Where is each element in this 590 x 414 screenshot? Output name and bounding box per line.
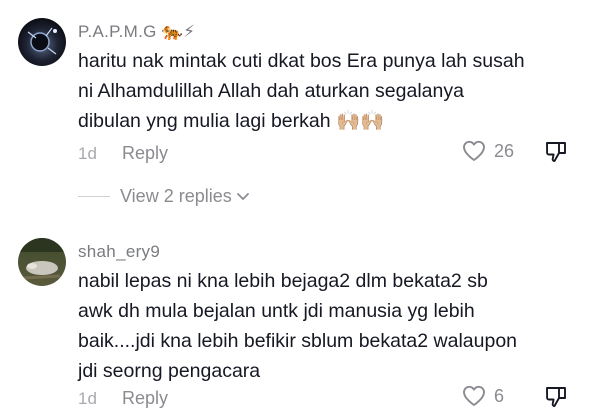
comment-line: nabil lepas ni kna lebih bejaga2 dlm bek… [78, 270, 488, 292]
dislike-button[interactable] [544, 140, 568, 169]
heart-outline-icon [463, 140, 485, 161]
comment-time: 1d [78, 144, 97, 163]
comment-line: awk dh mula bejalan untk jdi manusia yg … [78, 300, 475, 322]
like-count: 26 [494, 140, 515, 161]
comment-line: haritu nak mintak cuti dkat bos Era puny… [78, 50, 525, 72]
like-button[interactable]: 26 [462, 140, 514, 162]
like-count: 6 [494, 385, 505, 406]
avatar[interactable] [18, 18, 66, 66]
comment-line: dibulan yng mulia lagi berkah 🙌🏼🙌🏼 [78, 110, 385, 132]
thumbs-down-icon [546, 142, 566, 162]
avatar[interactable] [18, 238, 66, 286]
like-button[interactable]: 6 [462, 385, 504, 407]
view-replies-button[interactable]: View 2 replies [78, 186, 250, 207]
chevron-down-icon [236, 192, 249, 200]
username[interactable]: P.A.P.M.G 🐅⚡ [78, 22, 195, 42]
comment-time: 1d [78, 389, 97, 408]
username[interactable]: shah_ery9 [78, 242, 160, 262]
heart-outline-icon [463, 385, 485, 406]
reply-button[interactable]: Reply [122, 388, 168, 409]
divider [78, 196, 110, 197]
comment-text: haritu nak mintak cuti dkat bos Era puny… [78, 46, 578, 136]
username-emoji: 🐅⚡ [161, 22, 196, 41]
comment-text: nabil lepas ni kna lebih bejaga2 dlm bek… [78, 266, 578, 386]
view-replies-label: View 2 replies [120, 186, 232, 206]
comment-line: jdi seorng pengacara [78, 360, 261, 382]
dislike-button[interactable] [544, 385, 568, 414]
comment-line: ni Alhamdulillah Allah dah aturkan segal… [78, 80, 464, 102]
reply-button[interactable]: Reply [122, 143, 168, 164]
comment-line: baik....jdi kna lebih befikir sblum beka… [78, 330, 518, 352]
comment-item: P.A.P.M.G 🐅⚡ haritu nak mintak cuti dkat… [0, 0, 590, 180]
comment-item: shah_ery9 nabil lepas ni kna lebih bejag… [0, 226, 590, 412]
thumbs-down-icon [546, 387, 566, 407]
